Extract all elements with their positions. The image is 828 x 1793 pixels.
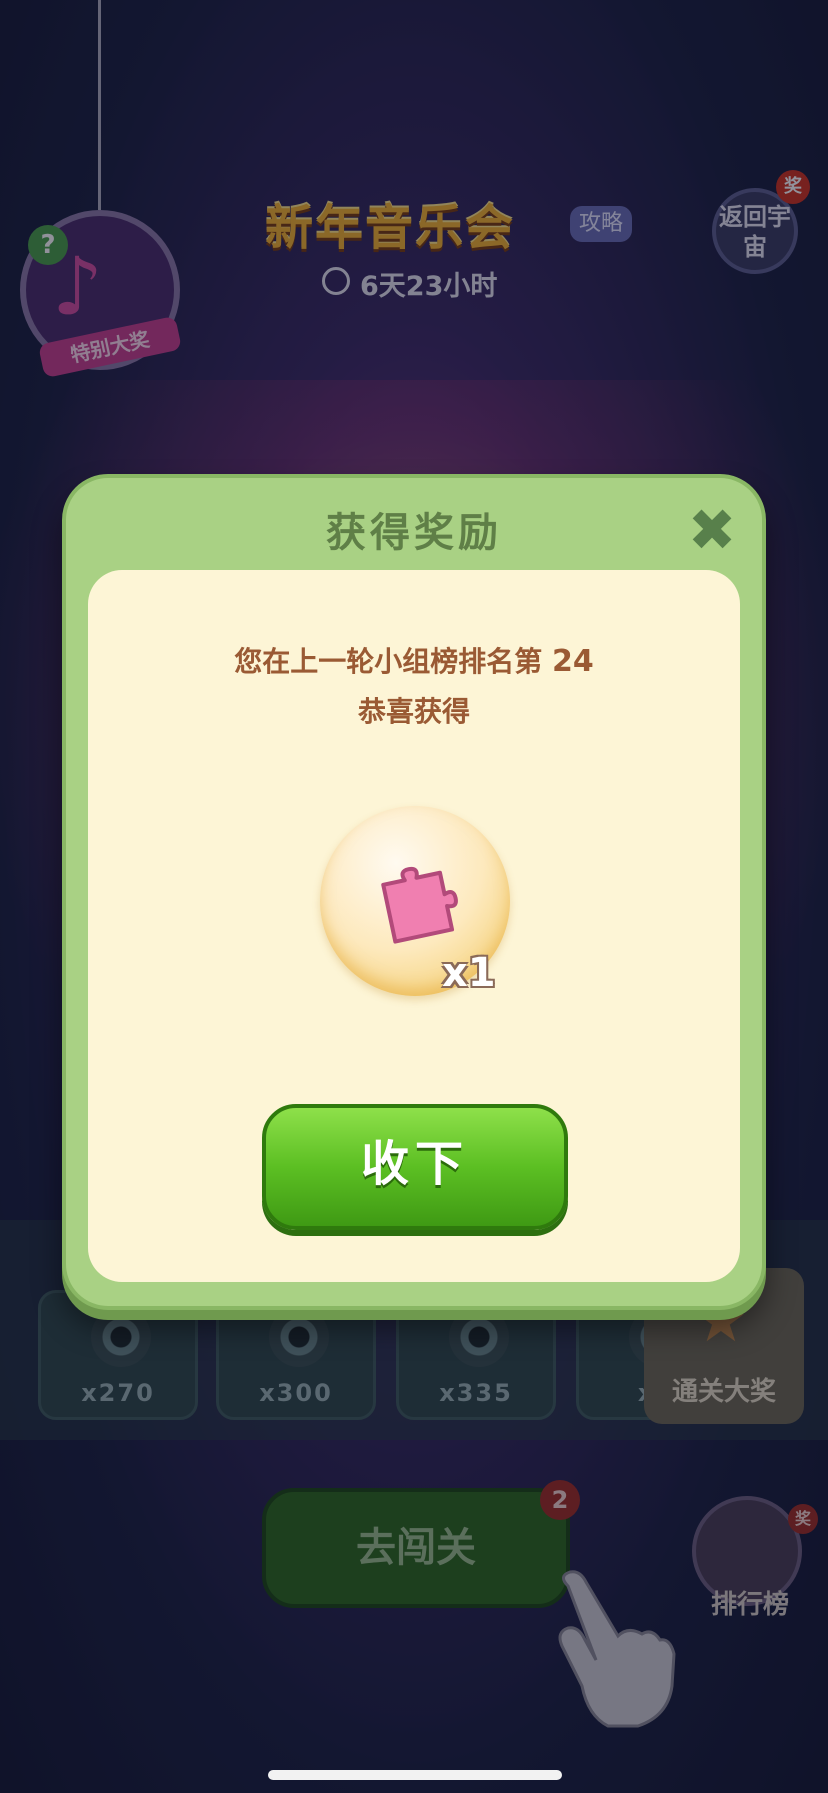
rank-number: 24 xyxy=(552,644,594,679)
collect-button[interactable]: 收下 xyxy=(262,1104,568,1230)
close-icon[interactable]: ✖ xyxy=(684,501,740,560)
rank-message: 您在上一轮小组榜排名第 24 xyxy=(0,640,828,680)
modal-title: 获得奖励 xyxy=(326,510,502,556)
congrats-text: 恭喜获得 xyxy=(357,695,470,728)
rank-message-text: 您在上一轮小组榜排名第 xyxy=(234,645,543,678)
home-indicator xyxy=(268,1770,562,1780)
reward-quantity: x1 xyxy=(442,950,496,996)
puzzle-piece-icon xyxy=(381,866,458,944)
